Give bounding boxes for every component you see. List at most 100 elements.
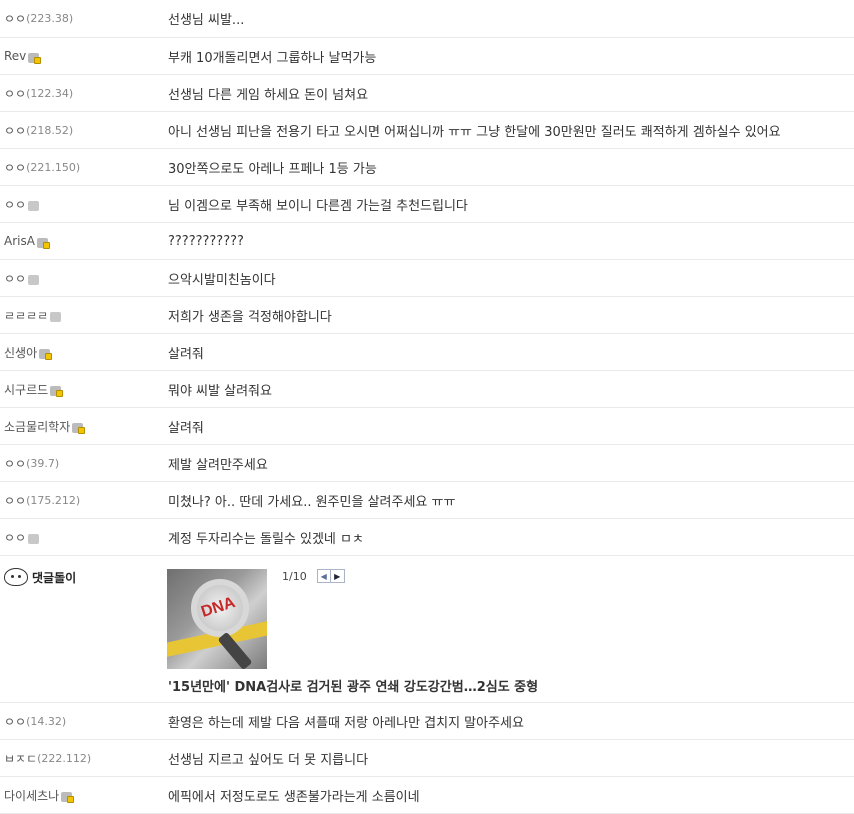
comment-author[interactable]: ㅇㅇ (4, 260, 40, 296)
comment-row: ㅇㅇ 계정 두자리수는 돌릴수 있겠네 ㅁㅊ (0, 519, 854, 556)
comment-author[interactable]: 신생아 (4, 334, 53, 370)
pager-next-button[interactable]: ▶ (330, 569, 345, 583)
member-icon (28, 201, 40, 211)
news-thumbnail[interactable]: DNA (167, 569, 267, 669)
comment-author[interactable]: ㄹㄹㄹㄹ (4, 297, 62, 333)
comment-bot-row: 댓글돌이 DNA 1/10 ◀ ▶ '15년만에' DNA검사로 검거된 광주 … (0, 556, 854, 703)
comment-text: 으악시발미친놈이다 (168, 272, 276, 288)
comment-author[interactable]: Rev (4, 38, 42, 74)
bot-name: 댓글돌이 (32, 570, 77, 585)
author-ip: (221.150) (26, 160, 81, 174)
comment-text: 뭐야 씨발 살려줘요 (168, 383, 272, 399)
comment-author[interactable]: ㅇㅇ (221.150) (4, 149, 80, 185)
comment-text: ??????????? (168, 233, 244, 249)
comment-text: 선생님 지르고 싶어도 더 못 지릅니다 (168, 752, 369, 768)
author-ip: (222.112) (37, 751, 92, 765)
bot-nickname[interactable]: 댓글돌이 (4, 568, 76, 586)
comment-author[interactable]: 소금물리학자 (4, 408, 86, 444)
author-nickname: Rev (4, 49, 27, 63)
author-nickname: ㅇㅇ (4, 456, 27, 471)
fixed-nick-icon (36, 238, 50, 249)
comment-row: Rev 부캐 10개돌리면서 그룹하나 날먹가능 (0, 38, 854, 75)
member-icon (50, 312, 62, 322)
comment-author[interactable]: ㅇㅇ (39.7) (4, 445, 59, 481)
author-nickname: 신생아 (4, 345, 38, 360)
comment-row: 다이세츠나 에픽에서 저정도로도 생존불가라는게 소름이네 (0, 777, 854, 814)
comment-author[interactable]: ㅇㅇ (4, 186, 40, 222)
fixed-nick-icon (28, 53, 42, 64)
author-nickname: ㅇㅇ (4, 197, 27, 212)
author-nickname: ㅇㅇ (4, 530, 27, 545)
author-ip: (175.212) (26, 493, 81, 507)
bot-face-icon (4, 568, 28, 586)
author-nickname: ㅇㅇ (4, 86, 27, 101)
comment-group-top: ㅇㅇ (223.38) 선생님 씨발... Rev 부캐 10개돌리면서 그룹하나 날먹… (0, 0, 854, 556)
comment-author[interactable]: ArisA (4, 223, 50, 259)
author-ip: (14.32) (26, 714, 67, 728)
comment-author[interactable]: 다이세츠나 (4, 777, 75, 813)
author-nickname: ㅇㅇ (4, 714, 27, 729)
comment-text: 미쳤나? 아.. 딴데 가세요.. 원주민을 살려주세요 ㅠㅠ (168, 494, 456, 510)
author-ip: (223.38) (26, 12, 74, 25)
comment-row: ㅇㅇ (218.52) 아니 선생님 피난을 전용기 타고 오시면 어쩌십니까 ㅠㅠ… (0, 112, 854, 149)
author-nickname: 소금물리학자 (4, 419, 71, 434)
comment-text: 살려줘 (168, 346, 204, 362)
member-icon (28, 534, 40, 544)
fixed-nick-icon (61, 792, 75, 803)
author-nickname: ArisA (4, 234, 35, 248)
author-nickname: 다이세츠나 (4, 788, 60, 803)
comment-text: 아니 선생님 피난을 전용기 타고 오시면 어쩌십니까 ㅠㅠ 그냥 한달에 30… (168, 124, 781, 140)
pager-count: 1/10 (282, 569, 307, 583)
author-nickname: ㅂㅈㄷ (4, 751, 38, 766)
comment-row: ㄹㄹㄹㄹ 저희가 생존을 걱정해야합니다 (0, 297, 854, 334)
news-pager: 1/10 ◀ ▶ (282, 569, 345, 583)
fixed-nick-icon (72, 423, 86, 434)
member-icon (28, 275, 40, 285)
comment-row: ㅇㅇ (39.7) 제발 살려만주세요 (0, 445, 854, 482)
comment-row: ㅇㅇ (175.212) 미쳤나? 아.. 딴데 가세요.. 원주민을 살려주세요 … (0, 482, 854, 519)
comment-row: 시구르드 뭐야 씨발 살려줘요 (0, 371, 854, 408)
comment-text: 에픽에서 저정도로도 생존불가라는게 소름이네 (168, 789, 420, 805)
comment-row: ㅂㅈㄷ (222.112) 선생님 지르고 싶어도 더 못 지릅니다 (0, 740, 854, 777)
comment-row: ㅇㅇ (221.150) 30안쪽으로도 아레나 프페나 1등 가능 (0, 149, 854, 186)
comment-row: ㅇㅇ 님 이겜으로 부족해 보이니 다른겜 가는걸 추천드립니다 (0, 186, 854, 223)
author-nickname: ㅇㅇ (4, 12, 27, 26)
author-ip: (39.7) (26, 456, 60, 470)
comment-row: 신생아 살려줘 (0, 334, 854, 371)
comment-author[interactable]: ㅇㅇ (14.32) (4, 703, 66, 739)
comment-list: ㅇㅇ (223.38) 선생님 씨발... Rev 부캐 10개돌리면서 그룹하나 날먹… (0, 0, 854, 814)
comment-row: ㅇㅇ (223.38) 선생님 씨발... (0, 0, 854, 38)
fixed-nick-icon (50, 386, 64, 397)
author-nickname: ㅇㅇ (4, 493, 27, 508)
comment-author[interactable]: ㅇㅇ (218.52) (4, 112, 73, 148)
author-nickname: ㅇㅇ (4, 160, 27, 175)
comment-row: ㅇㅇ 으악시발미친놈이다 (0, 260, 854, 297)
comment-text: 부캐 10개돌리면서 그룹하나 날먹가능 (168, 50, 377, 66)
comment-text: 선생님 다른 게임 하세요 돈이 넘쳐요 (168, 87, 369, 103)
comment-group-bottom: ㅇㅇ (14.32) 환영은 하는데 제발 다음 셔플때 저랑 아레나만 겹치지 말… (0, 703, 854, 814)
comment-row: ㅇㅇ (14.32) 환영은 하는데 제발 다음 셔플때 저랑 아레나만 겹치지 말… (0, 703, 854, 740)
comment-text: 제발 살려만주세요 (168, 457, 268, 473)
comment-row: ㅇㅇ (122.34) 선생님 다른 게임 하세요 돈이 넘쳐요 (0, 75, 854, 112)
comment-text: 선생님 씨발... (168, 13, 245, 28)
comment-author[interactable]: ㅇㅇ (223.38) (4, 0, 73, 37)
author-nickname: 시구르드 (4, 382, 49, 397)
news-headline-link[interactable]: '15년만에' DNA검사로 검거된 광주 연쇄 강도강간범…2심도 중형 (168, 676, 538, 695)
comment-author[interactable]: ㅂㅈㄷ (222.112) (4, 740, 91, 776)
comment-text: 계정 두자리수는 돌릴수 있겠네 ㅁㅊ (168, 531, 364, 547)
comment-author[interactable]: 시구르드 (4, 371, 64, 407)
comment-author[interactable]: ㅇㅇ (4, 519, 40, 555)
author-nickname: ㅇㅇ (4, 123, 27, 138)
author-ip: (122.34) (26, 86, 74, 100)
author-nickname: ㅇㅇ (4, 271, 27, 286)
comment-author[interactable]: ㅇㅇ (122.34) (4, 75, 73, 111)
comment-author[interactable]: ㅇㅇ (175.212) (4, 482, 80, 518)
comment-row: 소금물리학자 살려줘 (0, 408, 854, 445)
comment-text: 저희가 생존을 걱정해야합니다 (168, 309, 332, 325)
author-nickname: ㄹㄹㄹㄹ (4, 308, 49, 323)
comment-text: 님 이겜으로 부족해 보이니 다른겜 가는걸 추천드립니다 (168, 198, 468, 214)
comment-row: ArisA??????????? (0, 223, 854, 260)
pager-prev-button[interactable]: ◀ (316, 569, 331, 583)
comment-text: 30안쪽으로도 아레나 프페나 1등 가능 (168, 161, 377, 177)
comment-text: 살려줘 (168, 420, 204, 436)
